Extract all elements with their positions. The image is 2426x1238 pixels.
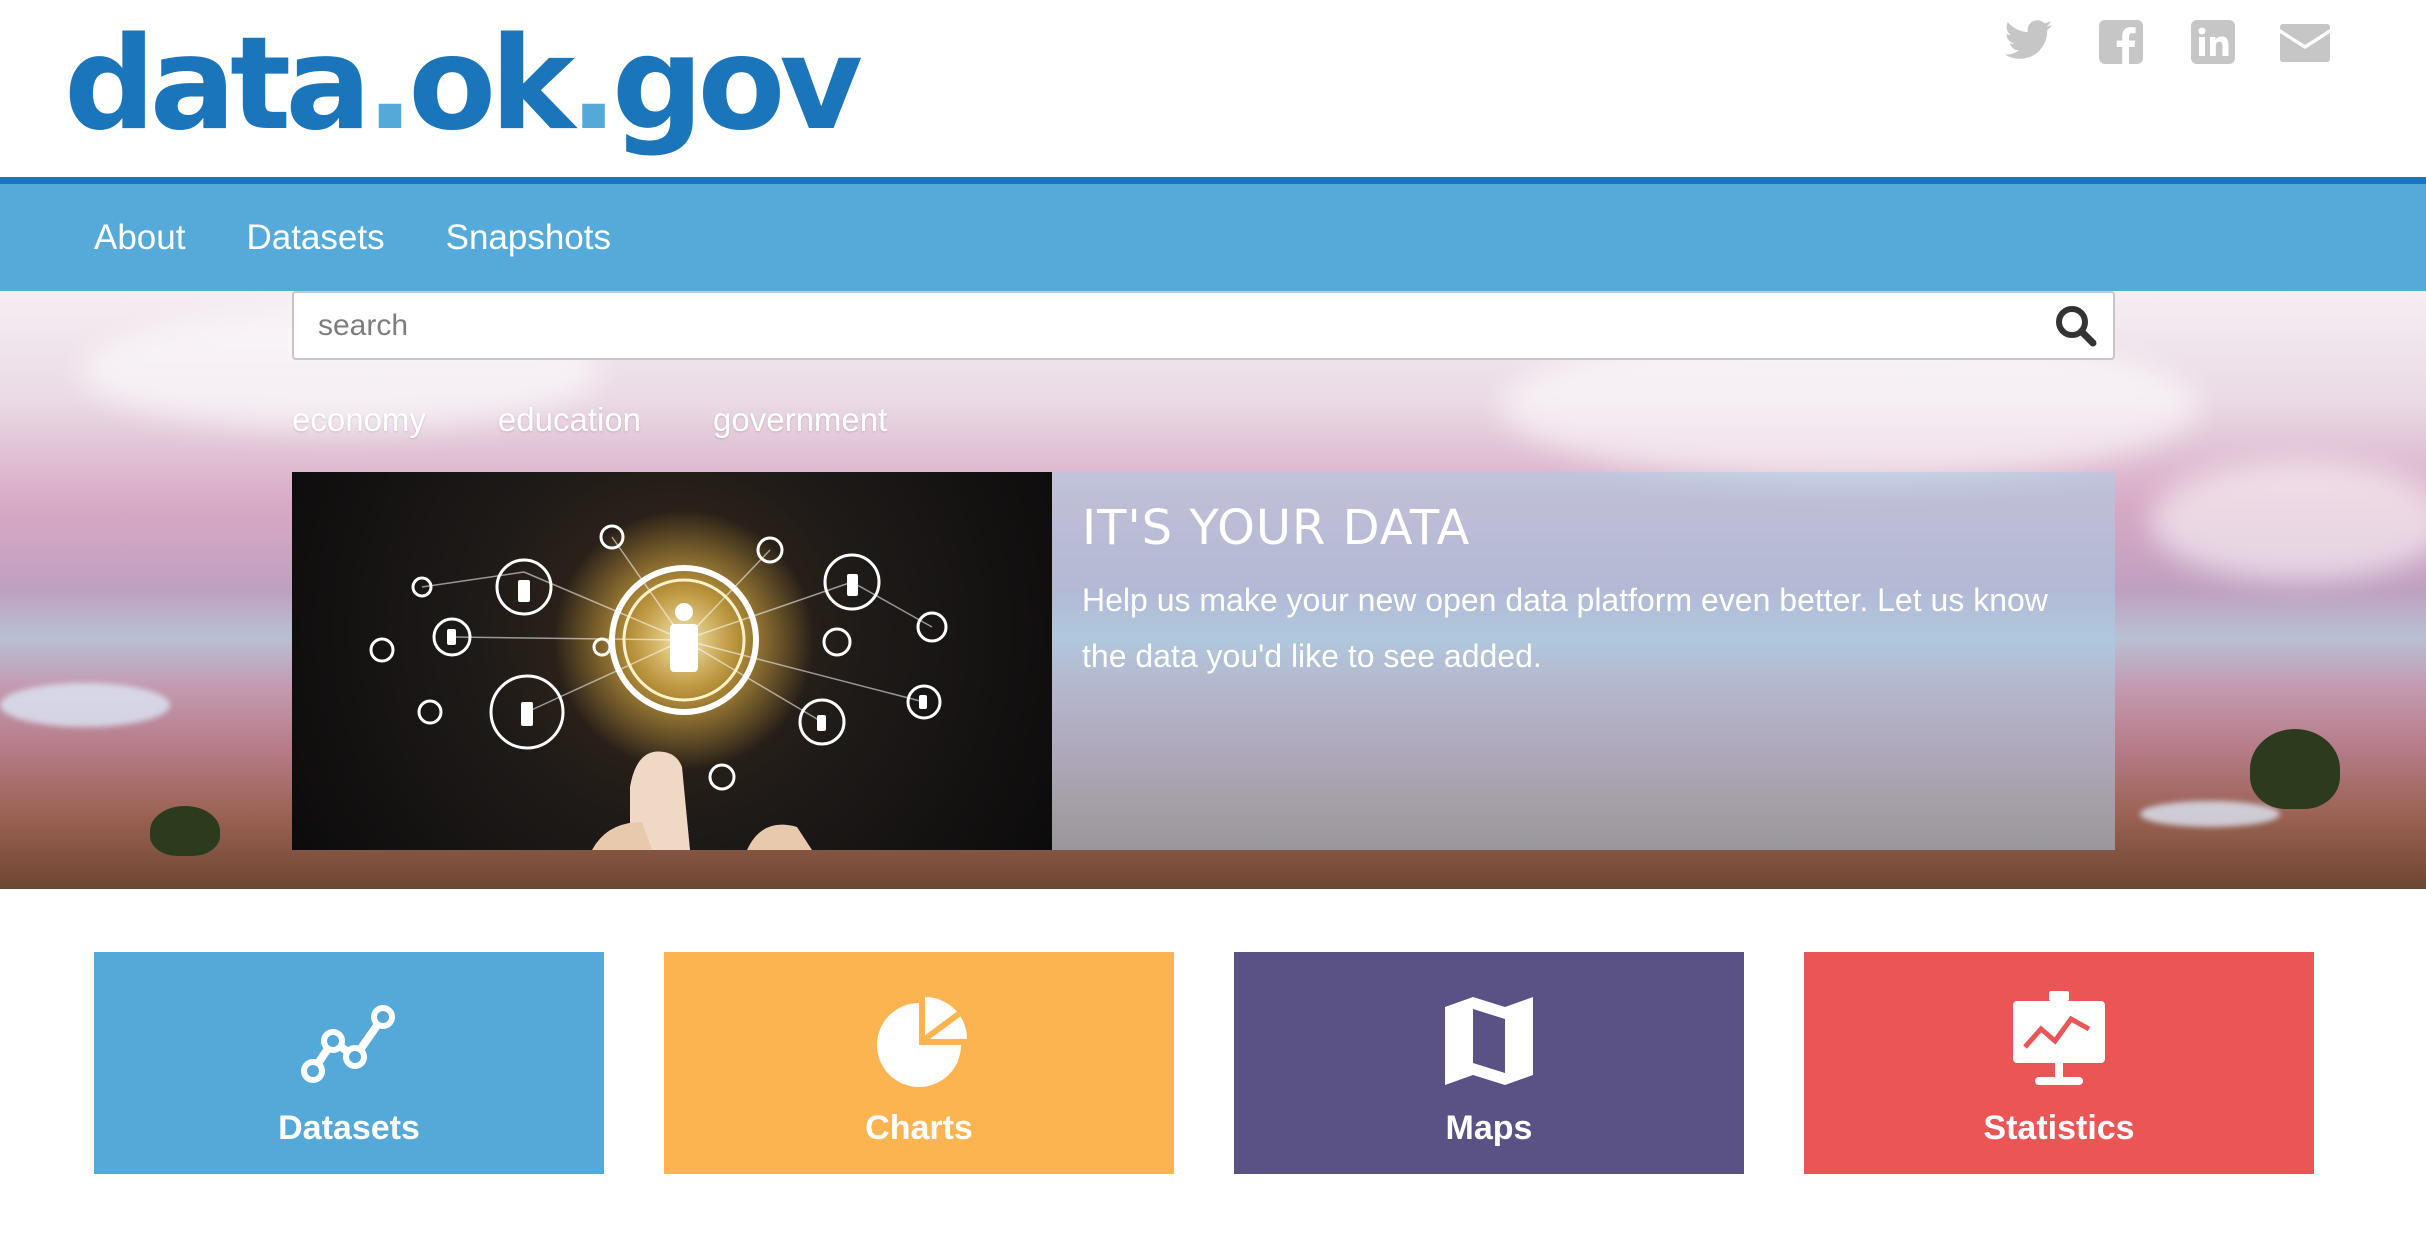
feature-text-panel: IT'S YOUR DATA Help us make your new ope… [1052, 472, 2115, 850]
search-input[interactable] [294, 293, 2014, 358]
logo-text-ok: ok [408, 10, 575, 159]
feature-title: IT'S YOUR DATA [1082, 500, 1471, 556]
tile-label: Datasets [278, 1109, 420, 1147]
tile-datasets[interactable]: Datasets [94, 952, 604, 1174]
logo-dot: . [569, 10, 618, 159]
hero-lake [0, 683, 170, 727]
logo-text-gov: gov [611, 10, 863, 159]
map-icon [1445, 997, 1533, 1085]
presentation-board-icon [2013, 991, 2105, 1085]
pie-chart-icon [877, 997, 967, 1087]
main-nav: About Datasets Snapshots [0, 184, 2426, 291]
twitter-icon[interactable] [2004, 20, 2054, 64]
nav-item-datasets[interactable]: Datasets [246, 218, 384, 258]
hero-cloud [2150, 461, 2426, 581]
hero-tree [150, 806, 220, 856]
feature-card[interactable]: IT'S YOUR DATA Help us make your new ope… [292, 472, 2115, 850]
tile-maps[interactable]: Maps [1234, 952, 1744, 1174]
tile-label: Charts [865, 1109, 973, 1147]
network-people-illustration [369, 510, 948, 850]
hero-banner: economy education government [0, 291, 2426, 889]
site-logo[interactable]: data.ok.gov [64, 17, 863, 152]
search-bar [292, 291, 2115, 360]
tile-label: Statistics [1983, 1109, 2135, 1147]
tile-statistics[interactable]: Statistics [1804, 952, 2314, 1174]
site-header: data.ok.gov [0, 0, 2426, 184]
logo-dot: . [365, 10, 415, 159]
email-icon[interactable] [2280, 20, 2330, 64]
tile-label: Maps [1445, 1109, 1533, 1147]
feature-description: Help us make your new open data platform… [1082, 582, 2048, 674]
topic-economy[interactable]: economy [292, 401, 426, 439]
facebook-icon[interactable] [2096, 20, 2146, 64]
topic-education[interactable]: education [498, 401, 641, 439]
nav-item-about[interactable]: About [94, 218, 185, 258]
line-graph-icon [301, 1005, 395, 1083]
topic-government[interactable]: government [713, 401, 887, 439]
search-icon[interactable] [2053, 303, 2099, 349]
hero-lake [2140, 801, 2280, 827]
social-links [2004, 20, 2330, 64]
hero-tree [2250, 729, 2340, 809]
tile-charts[interactable]: Charts [664, 952, 1174, 1174]
linkedin-icon[interactable] [2188, 20, 2238, 64]
feature-image [292, 472, 1052, 850]
topic-links: economy education government [292, 401, 887, 439]
logo-text-data: data [64, 10, 372, 159]
nav-item-snapshots[interactable]: Snapshots [446, 218, 611, 258]
